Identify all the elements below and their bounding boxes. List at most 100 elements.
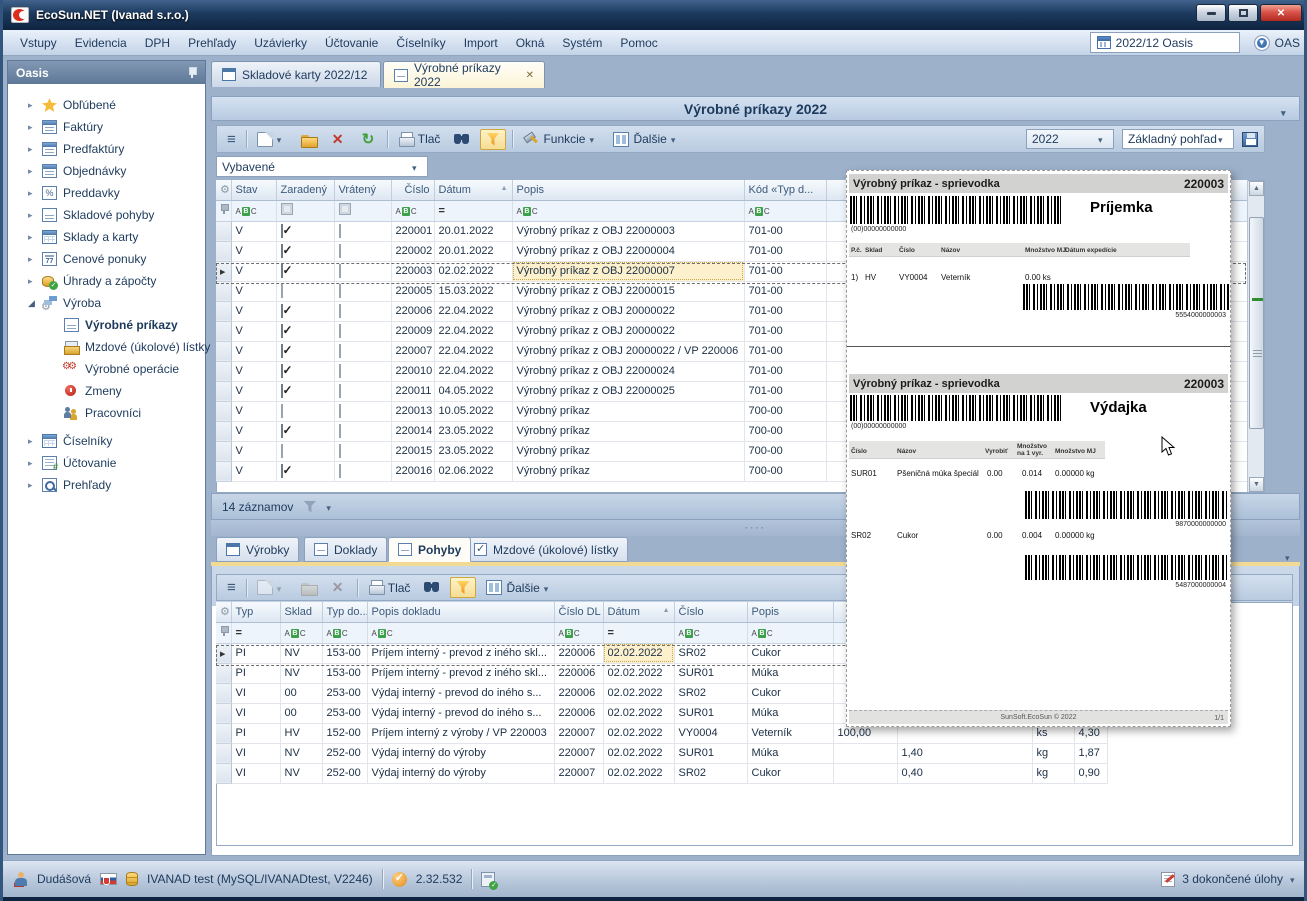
delete-button[interactable] — [327, 578, 351, 597]
pin-icon[interactable] — [220, 625, 229, 637]
sidebar-item[interactable]: Preddavky — [8, 182, 205, 204]
abc-filter-icon[interactable] — [285, 629, 306, 638]
chevron-down-icon[interactable] — [1281, 103, 1291, 119]
save-view-icon[interactable] — [1242, 132, 1258, 147]
more-button[interactable]: Ďalšie — [482, 578, 557, 597]
cell-stav[interactable]: V — [231, 341, 276, 361]
cell-zaradeny[interactable] — [276, 381, 334, 401]
sidebar-item[interactable]: Úhrady a zápočty — [8, 270, 205, 292]
col-cislo[interactable]: Číslo — [674, 602, 747, 622]
view-select[interactable]: Základný pohľad — [1122, 129, 1234, 149]
cell-datum[interactable]: 02.02.2022 — [603, 643, 674, 663]
cell-mnozstvo-1[interactable] — [833, 743, 897, 763]
menu-item[interactable]: Import — [455, 33, 507, 53]
cell-datum[interactable]: 15.03.2022 — [434, 281, 512, 301]
menu-item[interactable]: Systém — [553, 33, 611, 53]
expander-icon[interactable] — [28, 276, 36, 287]
cell-popis[interactable]: Cukor — [747, 643, 833, 663]
pin-icon[interactable] — [220, 203, 229, 215]
cell-typ-do[interactable]: 253-00 — [322, 683, 367, 703]
expander-icon[interactable] — [28, 436, 36, 447]
equals-filter-icon[interactable] — [439, 205, 445, 217]
checkbox-filter-icon[interactable] — [281, 203, 293, 215]
expander-icon[interactable] — [28, 458, 36, 469]
cell-popis[interactable]: Výrobný príkaz z OBJ 20000022 / VP 22000… — [512, 341, 744, 361]
cell-stav[interactable]: V — [231, 241, 276, 261]
abc-filter-icon[interactable] — [372, 629, 393, 638]
cell-datum[interactable]: 23.05.2022 — [434, 441, 512, 461]
col-popis[interactable]: Popis — [512, 180, 744, 200]
equals-filter-icon[interactable] — [608, 627, 614, 639]
cell-mj[interactable]: kg — [1032, 743, 1074, 763]
cell-cislo[interactable]: SR02 — [674, 643, 747, 663]
cell-popis-dokladu[interactable]: Príjem interný - prevod z iného skl... — [367, 643, 554, 663]
close-button[interactable]: ✕ — [1260, 4, 1302, 22]
cell-popis[interactable]: Výrobný príkaz z OBJ 22000024 — [512, 361, 744, 381]
col-zaradeny[interactable]: Zaradený — [276, 180, 334, 200]
tab-mzdove-listky[interactable]: Mzdové (úkolové) lístky — [464, 537, 628, 562]
cell-vrateny[interactable] — [334, 321, 391, 341]
cell-popis[interactable]: Výrobný príkaz z OBJ 20000022 — [512, 301, 744, 321]
filter-button[interactable] — [480, 129, 506, 150]
cell-kod[interactable]: 701-00 — [744, 301, 826, 321]
cell-datum[interactable]: 02.02.2022 — [603, 723, 674, 743]
cell-stav[interactable]: V — [231, 261, 276, 281]
cell-cislo[interactable]: 220013 — [391, 401, 434, 421]
menu-item[interactable]: Okná — [507, 33, 554, 53]
sidebar-item[interactable]: Predfaktúry — [8, 138, 205, 160]
cell-cislo[interactable]: SUR01 — [674, 703, 747, 723]
cell-popis[interactable]: Výrobný príkaz z OBJ 22000004 — [512, 241, 744, 261]
cell-popis[interactable]: Veterník — [747, 723, 833, 743]
cell-cislo[interactable]: SR02 — [674, 683, 747, 703]
menu-item[interactable]: Účtovanie — [316, 33, 387, 53]
abc-filter-icon[interactable] — [679, 629, 700, 638]
cell-cislo[interactable]: 220015 — [391, 441, 434, 461]
cell-popis-dokladu[interactable]: Príjem interný - prevod z iného skl... — [367, 663, 554, 683]
cell-kod[interactable]: 701-00 — [744, 321, 826, 341]
cell-cislo-dl[interactable]: 220006 — [554, 703, 603, 723]
more-button[interactable]: Ďalšie — [609, 130, 684, 149]
cell-popis[interactable]: Výrobný príkaz z OBJ 22000007 — [512, 261, 744, 281]
abc-filter-icon[interactable] — [396, 207, 417, 216]
cell-zaradeny[interactable] — [276, 241, 334, 261]
cell-kod[interactable]: 701-00 — [744, 261, 826, 281]
cell-datum[interactable]: 02.02.2022 — [603, 663, 674, 683]
cell-kod[interactable]: 701-00 — [744, 381, 826, 401]
menu-item[interactable]: Evidencia — [66, 33, 136, 53]
delete-button[interactable] — [327, 130, 351, 149]
cell-sklad[interactable]: HV — [280, 723, 322, 743]
cell-sklad[interactable]: 00 — [280, 683, 322, 703]
cell-cislo-dl[interactable]: 220006 — [554, 683, 603, 703]
cell-mnozstvo-1[interactable] — [833, 763, 897, 783]
period-field[interactable]: 2022/12 Oasis — [1090, 32, 1240, 53]
expander-icon[interactable] — [28, 210, 36, 221]
cell-cislo[interactable]: SUR01 — [674, 663, 747, 683]
cell-datum[interactable]: 20.01.2022 — [434, 221, 512, 241]
cell-popis[interactable]: Výrobný príkaz z OBJ 22000003 — [512, 221, 744, 241]
tab-vyrobky[interactable]: Výrobky — [216, 537, 299, 562]
scroll-down-icon[interactable]: ▼ — [1249, 477, 1264, 492]
sidebar-item[interactable]: Výroba — [8, 292, 205, 314]
cell-datum[interactable]: 22.04.2022 — [434, 301, 512, 321]
menu-item[interactable]: Prehľady — [179, 33, 245, 53]
cell-typ[interactable]: VI — [231, 763, 280, 783]
cell-cislo[interactable]: SUR01 — [674, 743, 747, 763]
cell-vrateny[interactable] — [334, 421, 391, 441]
cell-kod[interactable]: 701-00 — [744, 221, 826, 241]
cell-datum[interactable]: 02.02.2022 — [603, 743, 674, 763]
expander-icon[interactable] — [28, 232, 36, 243]
cell-cislo-dl[interactable]: 220007 — [554, 723, 603, 743]
print-button[interactable]: Tlač — [394, 130, 445, 149]
cell-datum[interactable]: 02.06.2022 — [434, 461, 512, 481]
scroll-up-icon[interactable]: ▲ — [1249, 181, 1264, 196]
cell-zaradeny[interactable] — [276, 321, 334, 341]
cell-mnozstvo-2[interactable]: 0,40 — [897, 763, 1032, 783]
cell-kod[interactable]: 700-00 — [744, 401, 826, 421]
abc-filter-icon[interactable] — [752, 629, 773, 638]
col-cislo-dl[interactable]: Číslo DL — [554, 602, 603, 622]
cell-stav[interactable]: V — [231, 421, 276, 441]
sidebar-subitem[interactable]: Zmeny — [8, 380, 205, 402]
cell-typ[interactable]: PI — [231, 723, 280, 743]
chevron-down-icon[interactable] — [326, 500, 336, 514]
cell-stav[interactable]: V — [231, 461, 276, 481]
